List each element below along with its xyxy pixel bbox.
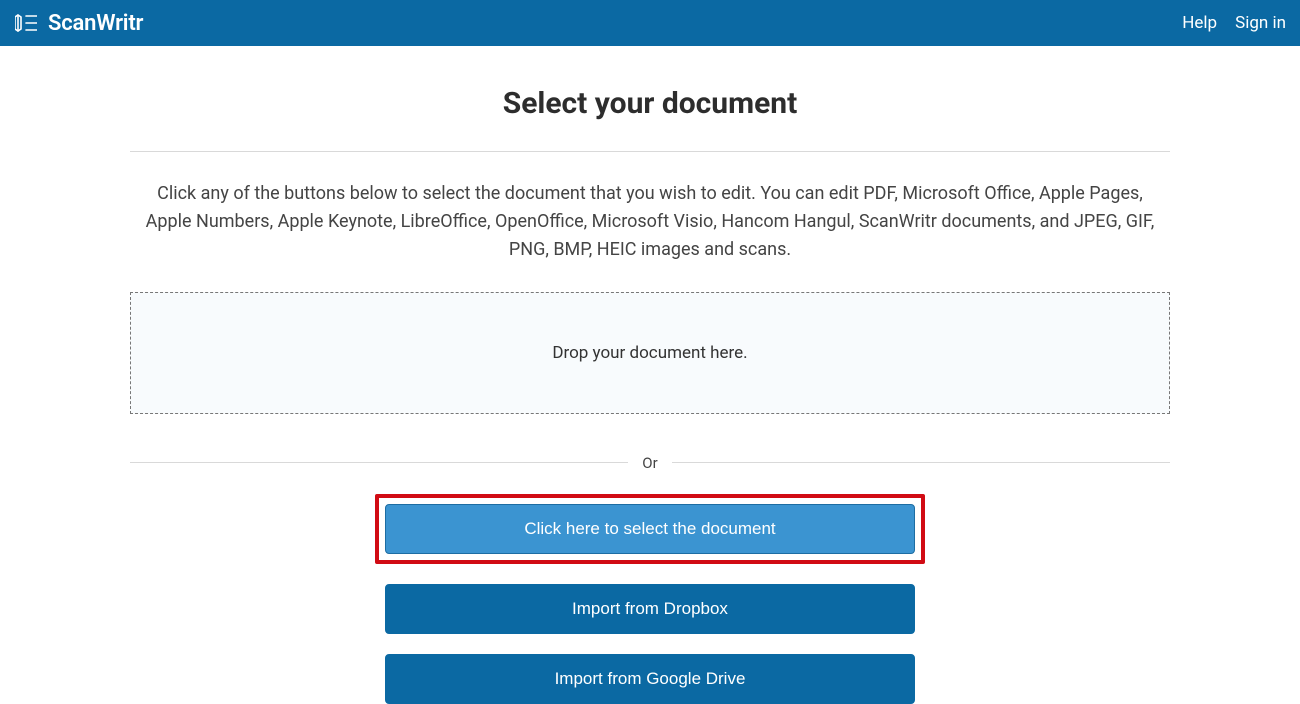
- import-google-drive-button[interactable]: Import from Google Drive: [385, 654, 915, 704]
- dropzone[interactable]: Drop your document here.: [130, 292, 1170, 414]
- import-dropbox-button[interactable]: Import from Dropbox: [385, 584, 915, 634]
- main-container: Select your document Click any of the bu…: [120, 86, 1180, 704]
- app-header: ScanWritr Help Sign in: [0, 0, 1300, 46]
- highlighted-button-frame: Click here to select the document: [375, 494, 925, 564]
- button-stack: Click here to select the document Import…: [130, 494, 1170, 704]
- or-label: Or: [642, 454, 657, 472]
- select-document-button[interactable]: Click here to select the document: [385, 504, 915, 554]
- scanwritr-logo-icon: [14, 11, 38, 35]
- title-divider: [130, 151, 1170, 152]
- dropzone-text: Drop your document here.: [552, 343, 747, 363]
- header-right: Help Sign in: [1182, 13, 1286, 33]
- header-left: ScanWritr: [14, 11, 143, 36]
- help-link[interactable]: Help: [1182, 13, 1217, 33]
- page-title: Select your document: [130, 86, 1170, 121]
- or-separator: Or: [130, 454, 1170, 472]
- brand-name: ScanWritr: [48, 11, 143, 36]
- or-line-left: [130, 462, 628, 463]
- or-line-right: [672, 462, 1170, 463]
- signin-link[interactable]: Sign in: [1235, 13, 1286, 33]
- intro-text: Click any of the buttons below to select…: [130, 180, 1170, 264]
